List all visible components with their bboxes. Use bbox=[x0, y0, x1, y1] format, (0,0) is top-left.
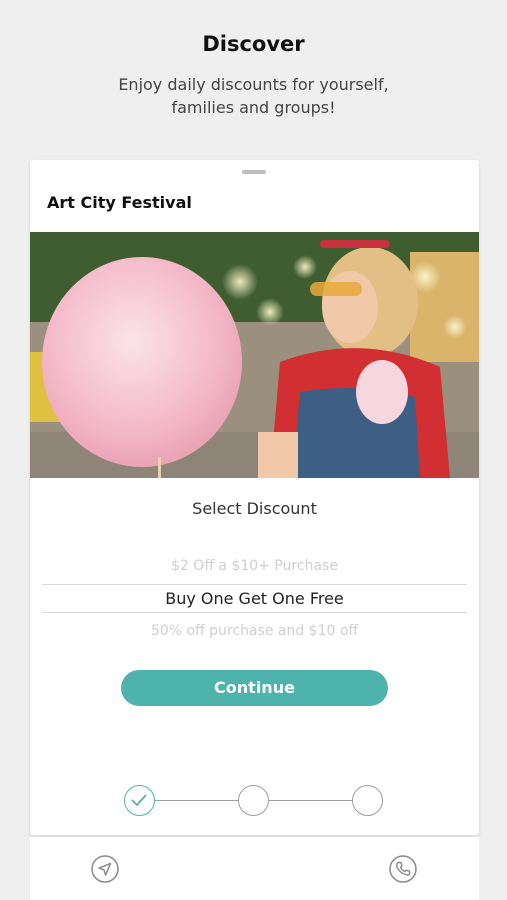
phone-icon[interactable] bbox=[388, 854, 418, 884]
bottom-bar bbox=[30, 836, 479, 900]
navigation-arrow-icon[interactable] bbox=[90, 854, 120, 884]
card-title: Art City Festival bbox=[47, 193, 192, 212]
discount-option-above[interactable]: $2 Off a $10+ Purchase bbox=[42, 558, 467, 574]
step-1-complete bbox=[124, 785, 155, 816]
discount-option-below[interactable]: 50% off purchase and $10 off bbox=[42, 623, 467, 639]
step-3 bbox=[352, 785, 383, 816]
select-discount-label: Select Discount bbox=[192, 499, 317, 518]
page-title: Discover bbox=[202, 32, 305, 56]
continue-button[interactable]: Continue bbox=[121, 670, 388, 706]
festival-photo bbox=[30, 232, 479, 478]
step-2 bbox=[238, 785, 269, 816]
discount-option-selected[interactable]: Buy One Get One Free bbox=[42, 584, 467, 613]
check-icon bbox=[131, 794, 147, 806]
drag-handle[interactable] bbox=[242, 170, 266, 174]
page-subtitle: Enjoy daily discounts for yourself, fami… bbox=[118, 75, 389, 117]
festival-photo-illustration bbox=[30, 232, 479, 478]
step-connector bbox=[155, 800, 238, 801]
discount-card: Art City Festival Select Discount $2 Off… bbox=[30, 160, 479, 835]
step-connector bbox=[269, 800, 352, 801]
discount-picker[interactable]: $2 Off a $10+ Purchase Buy One Get One F… bbox=[42, 552, 467, 642]
step-progress bbox=[124, 785, 384, 817]
